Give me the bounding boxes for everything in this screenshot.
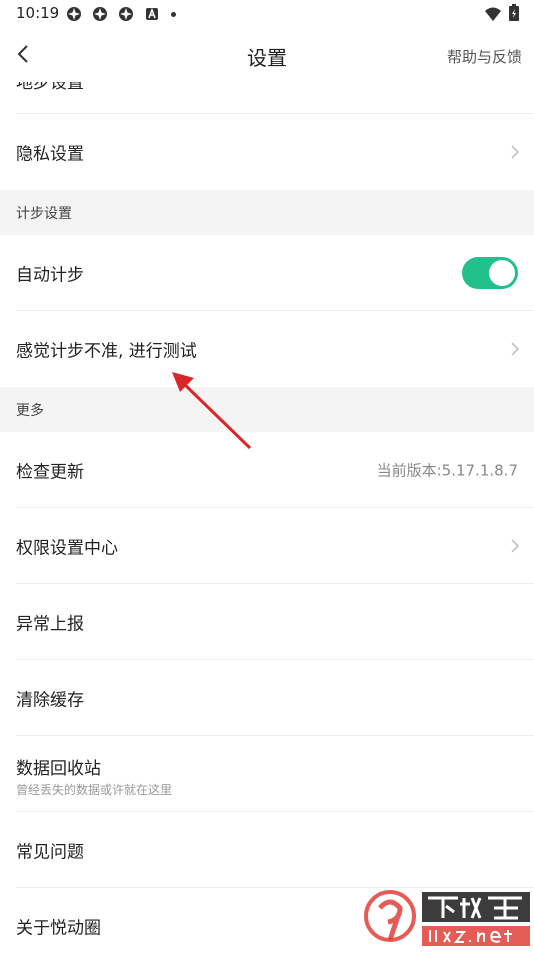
list-item-label: 常见问题 [16,842,84,863]
chevron-right-icon [511,342,520,356]
list-item-sublabel: 曾经丢失的数据或许就在这里 [16,783,173,797]
list-item-label: 自动计步 [16,265,84,286]
toggle-knob [489,260,515,286]
list-item-check-update[interactable]: 检查更新 当前版本:5.17.1.8.7 [0,432,534,508]
help-feedback-link[interactable]: 帮助与反馈 [447,46,522,67]
list-item-privacy[interactable]: 隐私设置 [0,114,534,190]
list-item-label: 权限设置中心 [16,538,118,559]
settings-list: 地步设置 隐私设置 计步设置 自动计步 感觉计步不准, 进行测试 更多 检查更新… [0,82,534,964]
pinwheel-icon [119,7,133,21]
chevron-right-icon [511,145,520,159]
pinwheel-icon [93,7,107,21]
section-header-step: 计步设置 [0,190,534,235]
chevron-right-icon [511,539,520,553]
list-item-clear-cache[interactable]: 清除缓存 [0,660,534,736]
battery-icon [509,4,519,21]
list-item-recycle[interactable]: 数据回收站 曾经丢失的数据或许就在这里 [0,736,534,812]
pinwheel-icon [67,7,81,21]
auto-step-toggle[interactable] [462,257,518,289]
list-item-partial[interactable]: 地步设置 [0,82,534,114]
list-item-step-test[interactable]: 感觉计步不准, 进行测试 [0,311,534,387]
list-item-auto-step[interactable]: 自动计步 [0,235,534,311]
list-item-report[interactable]: 异常上报 [0,584,534,660]
version-value: 当前版本:5.17.1.8.7 [376,461,518,480]
status-bar: 10:19 [0,0,534,28]
list-item-label: 隐私设置 [16,144,84,165]
notification-dot-icon [171,12,176,17]
app-a-icon [146,7,158,20]
section-header-more: 更多 [0,387,534,432]
list-item-permission[interactable]: 权限设置中心 [0,508,534,584]
wifi-icon [485,7,501,21]
list-item-label: 异常上报 [16,614,84,635]
title-bar: 设置 帮助与反馈 [0,28,534,82]
list-item-label: 检查更新 [16,462,84,483]
status-time: 10:19 [16,4,60,22]
section-label: 计步设置 [16,206,72,222]
watermark-logo [364,890,530,946]
list-item-label: 清除缓存 [16,690,84,711]
list-item-label: 数据回收站 [16,759,101,779]
list-item-faq[interactable]: 常见问题 [0,812,534,888]
section-label: 更多 [16,403,44,419]
list-item-label: 感觉计步不准, 进行测试 [16,341,197,362]
list-item-label: 地步设置 [16,82,84,93]
list-item-label: 关于悦动圈 [16,918,101,939]
